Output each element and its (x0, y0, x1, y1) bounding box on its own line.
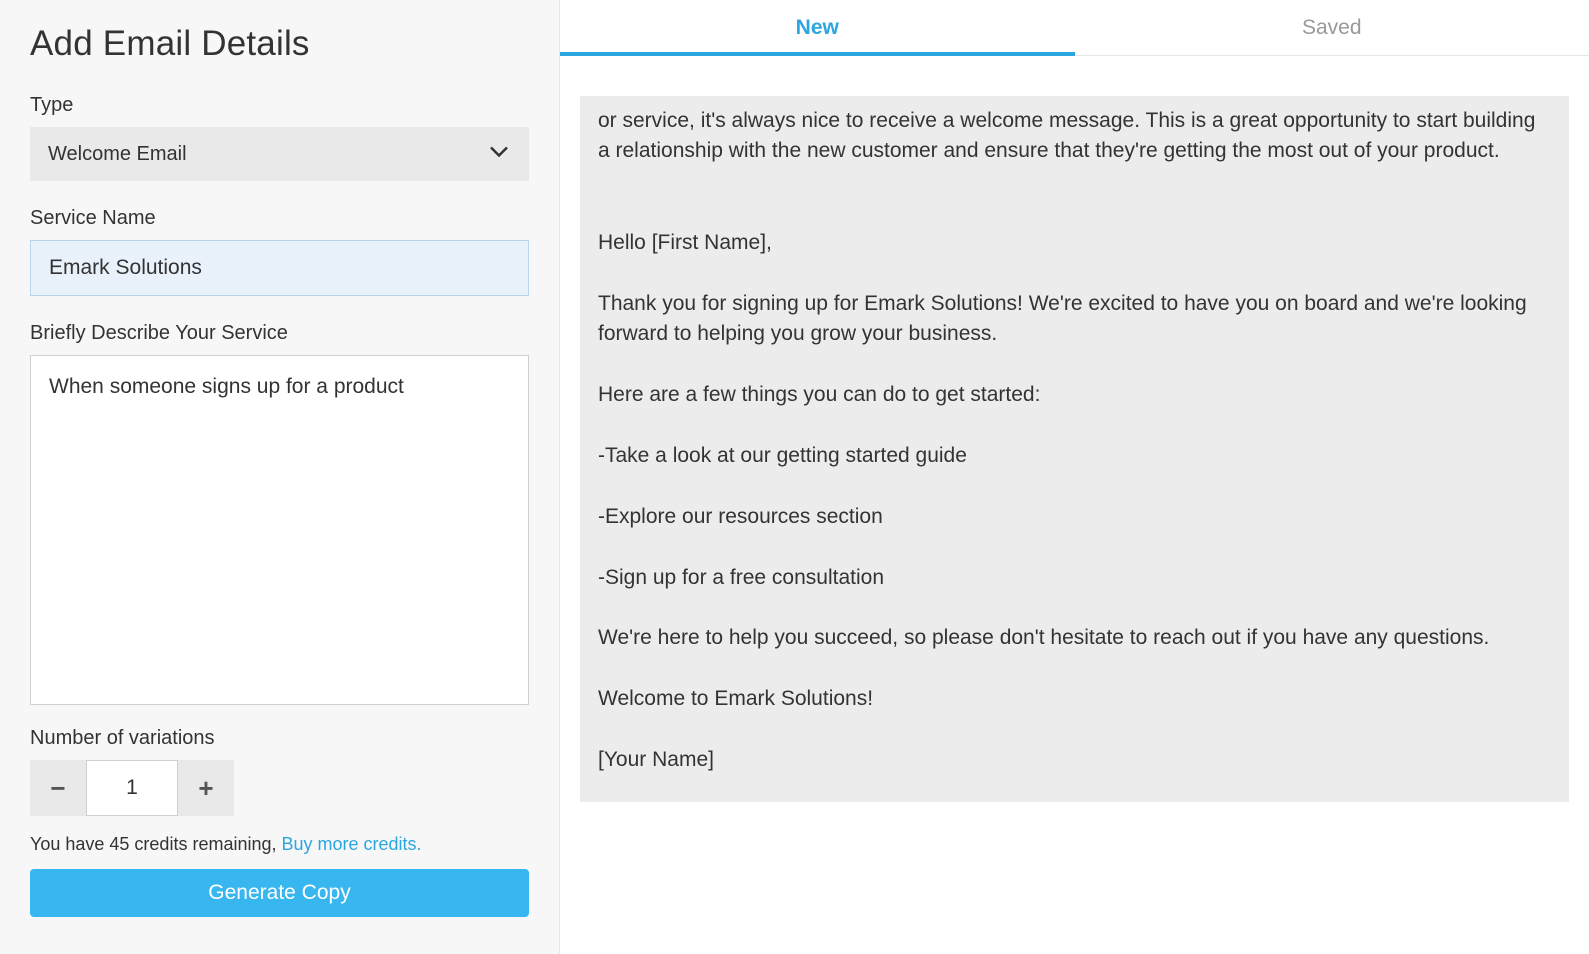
generated-output: or service, it's always nice to receive … (580, 96, 1569, 802)
page-title: Add Email Details (30, 24, 529, 64)
generate-copy-button[interactable]: Generate Copy (30, 869, 529, 917)
tabs-bar: New Saved (560, 0, 1589, 56)
tab-saved[interactable]: Saved (1075, 0, 1589, 55)
type-select-wrapper: Welcome Email (30, 127, 529, 181)
variations-input[interactable] (86, 760, 178, 816)
credits-remaining-text: You have 45 credits remaining, (30, 834, 282, 854)
plus-icon: + (198, 773, 213, 804)
app-root: Add Email Details Type Welcome Email Ser… (0, 0, 1589, 954)
describe-textarea[interactable] (30, 355, 529, 705)
credits-line: You have 45 credits remaining, Buy more … (30, 834, 529, 855)
minus-icon: − (50, 773, 65, 804)
buy-more-credits-link[interactable]: Buy more credits. (282, 834, 422, 854)
variations-stepper: − + (30, 760, 529, 816)
output-area: or service, it's always nice to receive … (560, 56, 1589, 954)
tab-new[interactable]: New (560, 0, 1075, 55)
type-select[interactable]: Welcome Email (30, 127, 529, 181)
decrement-button[interactable]: − (30, 760, 86, 816)
describe-label: Briefly Describe Your Service (30, 322, 529, 345)
variations-label: Number of variations (30, 727, 529, 750)
service-name-input[interactable] (30, 240, 529, 296)
left-panel: Add Email Details Type Welcome Email Ser… (0, 0, 560, 954)
type-label: Type (30, 94, 529, 117)
service-name-label: Service Name (30, 207, 529, 230)
increment-button[interactable]: + (178, 760, 234, 816)
right-panel: New Saved or service, it's always nice t… (560, 0, 1589, 954)
